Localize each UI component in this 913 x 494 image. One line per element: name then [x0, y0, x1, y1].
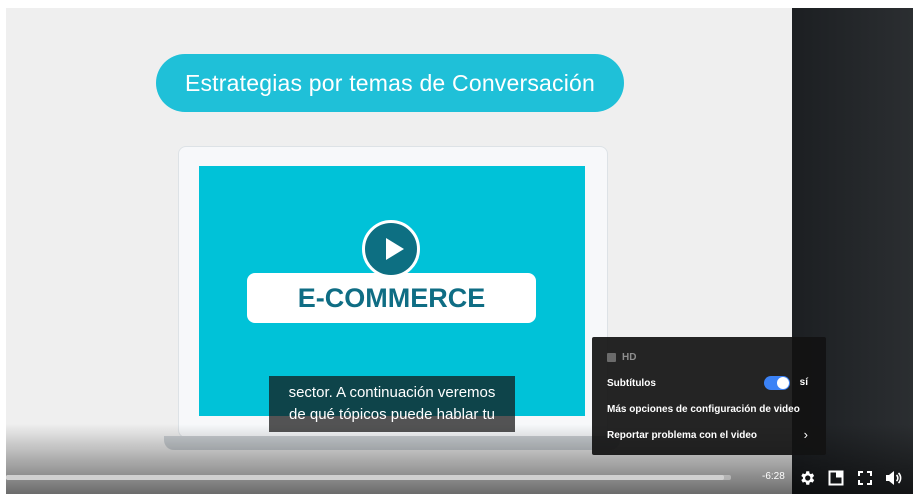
report-label: Reportar problema con el video	[607, 429, 758, 441]
chevron-right-icon: ›	[803, 427, 808, 442]
volume-button[interactable]	[882, 468, 906, 488]
picture-in-picture-icon	[828, 470, 844, 486]
toggle-knob	[777, 377, 789, 389]
ecommerce-label: E-COMMERCE	[247, 273, 536, 323]
more-options-label: Más opciones de configuración de video	[607, 403, 800, 415]
pip-button[interactable]	[825, 468, 847, 488]
subtitles-label: Subtítulos	[607, 377, 656, 389]
fullscreen-button[interactable]	[854, 468, 876, 488]
progress-fill	[6, 475, 724, 480]
settings-button[interactable]	[796, 468, 818, 488]
video-title-banner: Estrategias por temas de Conversación	[156, 54, 624, 112]
subtitle-caption: sector. A continuación veremos de qué tó…	[269, 376, 515, 432]
play-icon	[386, 238, 404, 260]
menu-item-hd[interactable]: HD	[607, 347, 816, 367]
volume-icon	[886, 471, 902, 485]
menu-item-subtitles[interactable]: Subtítulos sí	[607, 373, 816, 393]
hd-label: HD	[622, 351, 637, 363]
video-player[interactable]: Estrategias por temas de Conversación E-…	[6, 8, 913, 494]
hd-checkbox[interactable]	[607, 352, 616, 362]
time-remaining: -6:28	[762, 471, 785, 482]
menu-item-report[interactable]: Reportar problema con el video ›	[607, 425, 816, 445]
gear-icon	[801, 471, 815, 485]
subtitle-line-2: de qué tópicos puede hablar tu	[289, 406, 495, 423]
play-button[interactable]	[362, 220, 420, 278]
progress-bar[interactable]	[6, 475, 731, 480]
fullscreen-icon	[858, 471, 872, 485]
settings-menu: HD Subtítulos sí Más opciones de configu…	[592, 337, 826, 455]
subtitles-state: sí	[799, 377, 808, 388]
menu-item-more-options[interactable]: Más opciones de configuración de video	[607, 399, 816, 419]
subtitles-toggle[interactable]	[764, 376, 790, 390]
subtitle-line-1: sector. A continuación veremos	[288, 384, 496, 401]
